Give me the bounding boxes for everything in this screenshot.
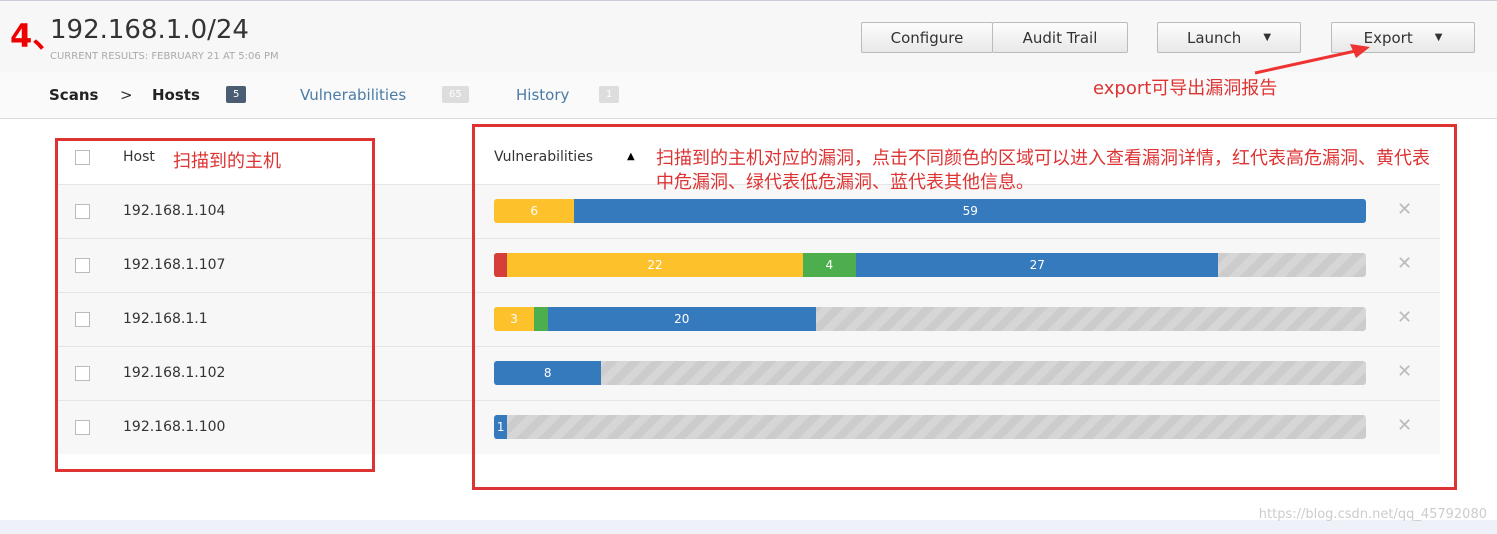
page-subtitle: CURRENT RESULTS: FEBRUARY 21 AT 5:06 PM — [50, 51, 279, 62]
breadcrumb-scans[interactable]: Scans — [49, 86, 98, 104]
tab-vulnerabilities[interactable]: Vulnerabilities — [300, 86, 406, 104]
history-count-badge: 1 — [599, 86, 620, 103]
audit-trail-button[interactable]: Audit Trail — [992, 22, 1128, 53]
breadcrumb-separator: > — [120, 86, 133, 104]
footer — [0, 520, 1497, 534]
annotation-hosts: 扫描到的主机 — [173, 151, 281, 172]
watermark: https://blog.csdn.net/qq_45792080 — [1258, 507, 1487, 522]
caret-down-icon: ▼ — [1434, 32, 1443, 43]
annotation-vulns: 扫描到的主机对应的漏洞，点击不同颜色的区域可以进入查看漏洞详情，红代表高危漏洞、… — [656, 148, 1430, 193]
hosts-count-badge: 5 — [226, 86, 247, 103]
page-title: 192.168.1.0/24 — [50, 15, 249, 45]
configure-button[interactable]: Configure — [861, 22, 993, 53]
arrow-icon — [1254, 44, 1370, 75]
annotation-box-hosts — [55, 138, 375, 472]
launch-label: Launch — [1186, 28, 1242, 47]
tab-history[interactable]: History — [516, 86, 569, 104]
vulns-count-badge: 65 — [442, 86, 469, 103]
tab-hosts[interactable]: Hosts — [152, 86, 200, 104]
